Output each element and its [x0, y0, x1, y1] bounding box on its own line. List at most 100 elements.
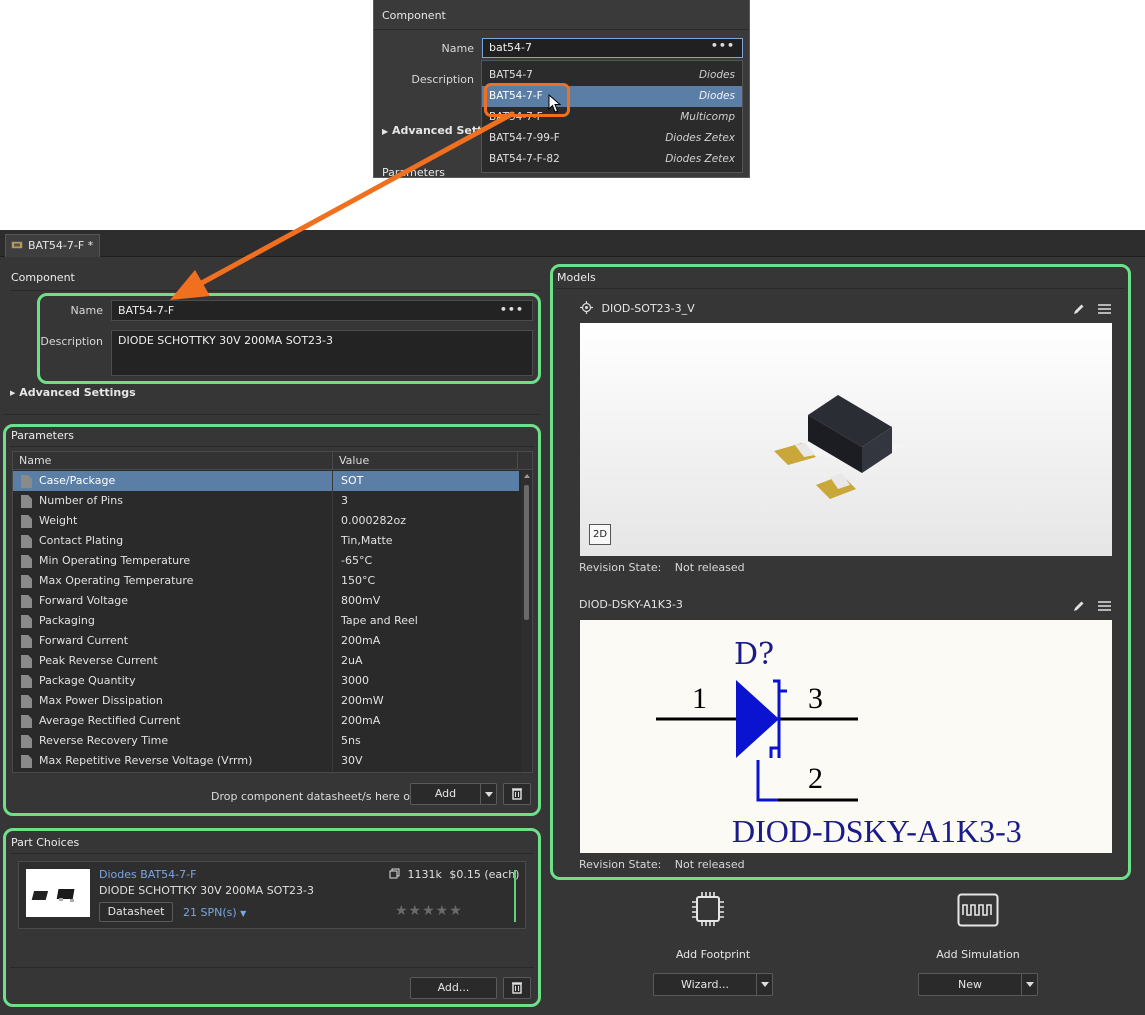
edit-pencil-icon[interactable] — [1073, 600, 1086, 612]
rating-stars[interactable]: ★★★★★ — [395, 903, 463, 919]
column-separator — [332, 651, 333, 671]
document-tab[interactable]: BAT54-7-F * — [5, 234, 101, 257]
parameter-value[interactable]: 200mA — [341, 631, 380, 651]
parameter-row[interactable]: Weight 0.000282oz — [13, 511, 519, 531]
symbol-revision-state: Revision State: Not released — [579, 858, 745, 871]
add-footprint-label: Add Footprint — [675, 948, 751, 961]
column-header-value[interactable]: Value — [339, 454, 369, 467]
column-separator — [332, 671, 333, 691]
parameter-value[interactable]: SOT — [341, 471, 363, 491]
parameter-name: Reverse Recovery Time — [39, 734, 169, 747]
section-divider — [10, 446, 534, 447]
parameter-row[interactable]: Max Repetitive Reverse Voltage (Vrrm) 30V — [13, 751, 519, 771]
scroll-up-icon[interactable] — [524, 474, 530, 478]
parameter-row[interactable]: Number of Pins 3 — [13, 491, 519, 511]
parameter-row[interactable]: Min Operating Temperature -65°C — [13, 551, 519, 571]
parameter-value[interactable]: -65°C — [341, 551, 372, 571]
menu-icon[interactable] — [1098, 304, 1111, 314]
add-parameter-button[interactable]: Add — [410, 783, 497, 805]
parameter-doc-icon — [21, 595, 32, 608]
parameter-value[interactable]: 3000 — [341, 671, 369, 691]
section-divider — [3, 414, 541, 415]
parameter-doc-icon — [21, 495, 32, 508]
delete-part-choice-button[interactable] — [503, 977, 531, 999]
datasheet-button[interactable]: Datasheet — [99, 902, 173, 922]
section-divider — [10, 290, 540, 291]
suggestion-part: BAT54-7-99-F — [489, 132, 560, 144]
scrollbar-thumb[interactable] — [524, 485, 529, 620]
parameter-value[interactable]: 200mA — [341, 711, 380, 731]
popup-name-input[interactable]: bat54-7 ••• — [482, 38, 743, 58]
advanced-settings-label: Advanced Settings — [19, 386, 136, 399]
parameters-table-header: Name Value — [13, 452, 532, 470]
advanced-settings-toggle[interactable]: ▶ Advanced Settings — [10, 386, 136, 399]
parameter-doc-icon — [21, 575, 32, 588]
parameter-doc-icon — [21, 635, 32, 648]
parameter-doc-icon — [21, 715, 32, 728]
parameter-value[interactable]: Tape and Reel — [341, 611, 418, 631]
column-header-name[interactable]: Name — [19, 454, 51, 467]
parameter-row[interactable]: Forward Current 200mA — [13, 631, 519, 651]
part-manufacturer-link[interactable]: Diodes BAT54-7-F — [99, 868, 196, 881]
parameter-name: Forward Voltage — [39, 594, 128, 607]
parameter-row[interactable]: Forward Voltage 800mV — [13, 591, 519, 611]
footprint-chip-icon[interactable] — [691, 891, 725, 927]
symbol-pin-3: 3 — [808, 682, 823, 715]
parameter-row[interactable]: Max Power Dissipation 200mW — [13, 691, 519, 711]
parameter-value[interactable]: 150°C — [341, 571, 375, 591]
column-separator — [332, 551, 333, 571]
symbol-pin-2: 2 — [808, 762, 823, 795]
part-choice-card[interactable]: Diodes BAT54-7-F DIODE SCHOTTKY 30V 200M… — [18, 861, 526, 929]
parameter-row[interactable]: Peak Reverse Current 2uA — [13, 651, 519, 671]
symbol-preview[interactable]: D? 1 3 2 DIOD-DSKY-A1K3-3 — [580, 620, 1112, 853]
suggestion-item[interactable]: BAT54-7-99-F Diodes Zetex — [482, 128, 742, 149]
spn-dropdown[interactable]: 21 SPN(s) ▼ — [183, 906, 246, 919]
parameter-value[interactable]: 800mV — [341, 591, 380, 611]
section-divider — [10, 967, 534, 968]
chevron-down-icon[interactable] — [756, 974, 772, 995]
parameter-row[interactable]: Reverse Recovery Time 5ns — [13, 731, 519, 751]
parameter-value[interactable]: 3 — [341, 491, 348, 511]
toggle-2d-button[interactable]: 2D — [589, 524, 611, 545]
add-part-choice-button[interactable]: Add... — [410, 977, 497, 999]
parameter-row[interactable]: Average Rectified Current 200mA — [13, 711, 519, 731]
chevron-down-icon[interactable] — [480, 784, 496, 804]
section-divider — [556, 288, 1125, 289]
revision-label: Revision State: — [579, 858, 662, 871]
parameter-row-selected[interactable]: Case/Package SOT — [13, 471, 519, 491]
footprint-3d-preview[interactable]: 2D — [580, 323, 1112, 556]
delete-parameter-button[interactable] — [503, 783, 531, 805]
simulation-waveform-icon[interactable] — [957, 893, 999, 927]
more-options-icon[interactable]: ••• — [711, 39, 735, 52]
parameter-value[interactable]: Tin,Matte — [341, 531, 393, 551]
parameter-value[interactable]: 30V — [341, 751, 363, 771]
parameter-value[interactable]: 5ns — [341, 731, 361, 751]
parameter-value[interactable]: 200mW — [341, 691, 384, 711]
parameter-doc-icon — [21, 475, 32, 488]
menu-icon[interactable] — [1098, 601, 1111, 611]
parameters-section-title: Parameters — [11, 429, 74, 442]
new-simulation-button[interactable]: New — [918, 973, 1038, 996]
column-separator — [332, 731, 333, 751]
popup-divider — [374, 29, 749, 30]
popup-parameters-label: Parameters — [382, 166, 445, 178]
footprint-revision-state: Revision State: Not released — [579, 561, 745, 574]
parameter-doc-icon — [21, 515, 32, 528]
parameter-value[interactable]: 2uA — [341, 651, 363, 671]
edit-pencil-icon[interactable] — [1073, 303, 1086, 315]
models-section-title: Models — [557, 271, 596, 284]
parameters-table[interactable]: Name Value Case/Package SOT Number of Pins… — [12, 451, 533, 773]
parameter-row[interactable]: Packaging Tape and Reel — [13, 611, 519, 631]
suggestion-part: BAT54-7 — [489, 69, 533, 81]
parameter-name: Peak Reverse Current — [39, 654, 158, 667]
stock-copy-icon — [389, 868, 400, 879]
parameter-row[interactable]: Package Quantity 3000 — [13, 671, 519, 691]
footprint-model-header: DIOD-SOT23-3_V — [580, 301, 695, 315]
parameter-value[interactable]: 0.000282oz — [341, 511, 406, 531]
parameter-row[interactable]: Contact Plating Tin,Matte — [13, 531, 519, 551]
footprint-wizard-button[interactable]: Wizard... — [653, 973, 773, 996]
suggestion-item[interactable]: BAT54-7-F-82 Diodes Zetex — [482, 149, 742, 170]
chevron-down-icon[interactable] — [1021, 974, 1037, 995]
parameters-scrollbar[interactable] — [521, 471, 532, 772]
parameter-row[interactable]: Max Operating Temperature 150°C — [13, 571, 519, 591]
